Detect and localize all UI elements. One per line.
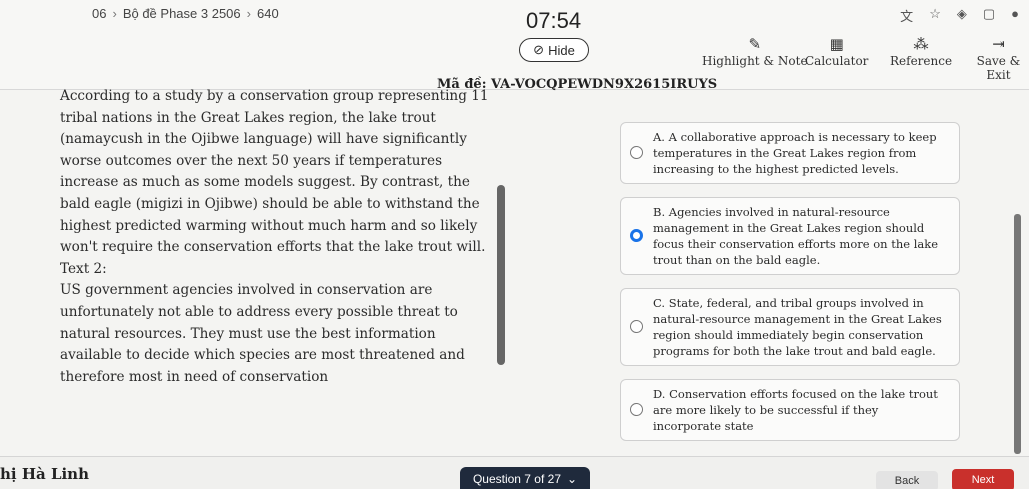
exit-icon: ⇥ [992, 35, 1005, 53]
choice-letter: D. [653, 387, 666, 401]
passage: According to a study by a conservation g… [60, 86, 490, 388]
top-bar: 06 › Bộ đề Phase 3 2506 › 640 07:54 ⊘ Hide ✎… [0, 0, 1029, 92]
scrollbar[interactable] [1014, 214, 1021, 454]
pane-resize-handle[interactable] [497, 185, 505, 365]
star-icon[interactable]: ☆ [929, 6, 941, 25]
choice-d[interactable]: D. Conservation efforts focused on the l… [620, 379, 960, 441]
passage-text-2: US government agencies involved in conse… [60, 282, 465, 385]
reference-icon: ⁂ [913, 35, 929, 53]
student-name: hị Hà Linh [0, 465, 89, 483]
choice-c[interactable]: C. State, federal, and tribal groups inv… [620, 288, 960, 366]
question-navigator-button[interactable]: Question 7 of 27 ⌄ [460, 467, 590, 489]
breadcrumb-item[interactable]: 06 [92, 6, 106, 21]
choice-a[interactable]: A. A collaborative approach is necessary… [620, 122, 960, 184]
highlight-note-button[interactable]: ✎ Highlight & Note [702, 34, 808, 68]
tool-label: Highlight & Note [702, 54, 808, 68]
passage-text-1: According to a study by a conservation g… [60, 88, 489, 256]
extension-icon[interactable]: ▢ [983, 6, 995, 25]
choice-text: A collaborative approach is necessary to… [653, 130, 937, 176]
answer-choices: A. A collaborative approach is necessary… [620, 122, 960, 454]
chevron-right-icon: › [246, 6, 251, 21]
text-2-label: Text 2: [60, 260, 107, 277]
calculator-button[interactable]: ▦ Calculator [805, 34, 868, 68]
choice-b[interactable]: B. Agencies involved in natural-resource… [620, 197, 960, 275]
hide-label: Hide [548, 42, 575, 58]
breadcrumb-item[interactable]: Bộ đề Phase 3 2506 [123, 6, 241, 21]
choice-letter: C. [653, 296, 666, 310]
radio-selected-icon[interactable] [630, 229, 643, 242]
profile-icon[interactable]: ● [1011, 6, 1019, 25]
choice-letter: A. [653, 130, 665, 144]
pencil-icon: ✎ [748, 35, 762, 53]
next-button[interactable]: Next [952, 469, 1014, 489]
back-button[interactable]: Back [876, 471, 938, 489]
choice-text: Agencies involved in natural-resource ma… [653, 205, 939, 267]
breadcrumb: 06 › Bộ đề Phase 3 2506 › 640 [92, 6, 279, 21]
radio-icon[interactable] [630, 146, 643, 159]
question-label: Question 7 of 27 [472, 471, 561, 486]
radio-icon[interactable] [630, 320, 643, 333]
eye-off-icon: ⊘ [533, 42, 545, 57]
tool-label: Save & Exit [976, 54, 1021, 82]
calculator-icon: ▦ [829, 35, 844, 53]
chevron-right-icon: › [112, 6, 117, 21]
browser-icons: 文 ☆ ◈ ▢ ● [900, 6, 1019, 25]
choice-text: Conservation efforts focused on the lake… [653, 387, 938, 433]
tool-label: Reference [890, 54, 953, 68]
breadcrumb-item[interactable]: 640 [257, 6, 279, 21]
tool-label: Calculator [805, 54, 869, 68]
choice-letter: B. [653, 205, 666, 219]
timer: 07:54 [526, 8, 582, 33]
bottom-bar: hị Hà Linh Question 7 of 27 ⌄ Back Next [0, 456, 1029, 489]
hide-timer-button[interactable]: ⊘ Hide [519, 38, 589, 62]
chevron-down-icon: ⌄ [567, 471, 578, 486]
reference-button[interactable]: ⁂ Reference [890, 34, 952, 68]
translate-icon[interactable]: 文 [900, 6, 913, 25]
save-exit-button[interactable]: ⇥ Save & Exit [968, 34, 1029, 82]
radio-icon[interactable] [630, 403, 643, 416]
shield-icon[interactable]: ◈ [957, 6, 967, 25]
choice-text: State, federal, and tribal groups involv… [653, 296, 942, 358]
